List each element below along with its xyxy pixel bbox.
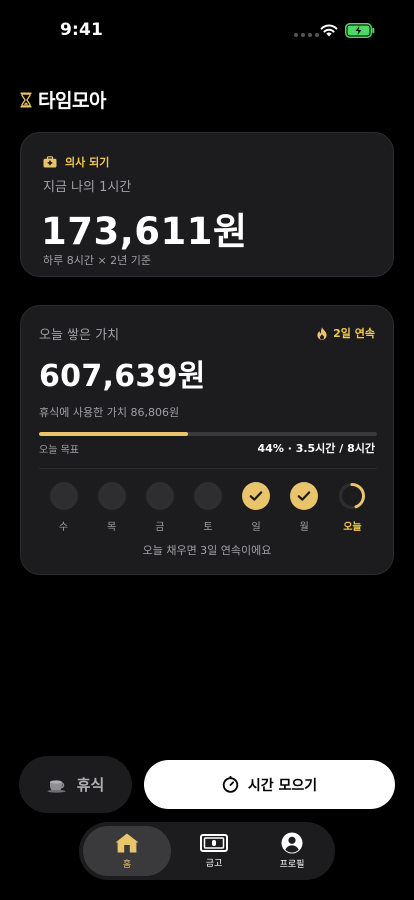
hourly-value: 173,611원 [41, 210, 248, 253]
profile-icon [281, 832, 303, 854]
goal-progress-bar [39, 432, 377, 436]
streak-message: 오늘 채우면 3일 연속이에요 [142, 544, 272, 557]
day-label: 월 [299, 522, 309, 533]
goal-progress-text: 44% · 3.5시간 / 8시간 [257, 442, 375, 455]
day-label-today: 오늘 [343, 522, 362, 533]
hourly-value-card: 의사 되기 지금 나의 1시간 173,611원 하루 8시간 × 2년 기준 [20, 132, 394, 277]
coffee-cup-icon [47, 779, 66, 793]
tab-home[interactable]: 홈 [83, 826, 171, 876]
rest-button[interactable]: 휴식 [19, 756, 132, 813]
battery-charging-icon [345, 23, 375, 38]
checkmark-icon [249, 491, 263, 501]
wifi-icon [320, 24, 338, 37]
rest-value: 휴식에 사용한 가치 86,806원 [39, 406, 180, 419]
briefcase-icon [43, 156, 57, 168]
day-label: 금 [155, 522, 165, 533]
day-item: 수 [49, 482, 78, 533]
day-label: 목 [107, 522, 117, 533]
tab-vault[interactable]: 금고 [175, 826, 253, 876]
streak-label: 2일 연속 [333, 327, 375, 340]
hourly-basis: 하루 8시간 × 2년 기준 [43, 254, 152, 267]
status-time: 9:41 [60, 20, 104, 40]
app-title: 타임모아 [38, 90, 106, 112]
checkmark-icon [297, 491, 311, 501]
day-item: 일 [242, 482, 271, 533]
timer-icon [222, 776, 239, 793]
home-icon [115, 833, 139, 853]
flame-icon [317, 326, 327, 340]
day-item: 월 [290, 482, 319, 533]
tab-vault-label: 금고 [205, 859, 223, 869]
hourly-caption: 지금 나의 1시간 [43, 180, 132, 195]
collect-time-button-label: 시간 모으기 [247, 777, 318, 794]
day-empty-circle [49, 482, 78, 510]
goal-tag-label: 의사 되기 [65, 156, 110, 169]
tab-profile-label: 프로필 [279, 860, 305, 870]
day-label: 수 [58, 522, 69, 533]
day-item: 금 [145, 482, 174, 533]
rest-button-label: 휴식 [76, 776, 105, 794]
signal-dots-icon [294, 33, 319, 37]
hourglass-icon [20, 92, 32, 107]
weekly-streak-row: 수 목 금 토 일 월 오늘 [39, 482, 377, 533]
app-header: 타임모아 [20, 86, 106, 113]
vault-icon [200, 834, 228, 852]
today-value: 607,639원 [39, 359, 206, 394]
tab-profile[interactable]: 프로필 [253, 826, 331, 876]
goal-label: 오늘 목표 [39, 445, 79, 456]
collect-time-button[interactable]: 시간 모으기 [144, 760, 395, 809]
today-progress-ring-icon [339, 483, 366, 509]
divider [39, 468, 377, 469]
day-empty-circle [193, 482, 222, 510]
day-label: 토 [203, 522, 213, 533]
goal-progress-fill [39, 432, 188, 436]
day-empty-circle [97, 482, 126, 510]
today-value-card: 오늘 쌓은 가치 2일 연속 607,639원 휴식에 사용한 가치 86,80… [20, 305, 394, 575]
day-item: 토 [193, 482, 222, 533]
goal-tag: 의사 되기 [43, 154, 109, 170]
tab-home-label: 홈 [122, 860, 132, 870]
streak-badge: 2일 연속 [317, 325, 375, 341]
day-done-circle [242, 482, 271, 510]
day-empty-circle [145, 482, 174, 510]
day-label: 일 [251, 522, 261, 533]
day-item-today: 오늘 [338, 482, 367, 533]
day-done-circle [290, 482, 319, 510]
day-item: 목 [97, 482, 126, 533]
day-today-ring [338, 482, 366, 510]
today-caption: 오늘 쌓은 가치 [39, 328, 120, 343]
tab-bar: 홈 금고 프로필 [79, 822, 335, 880]
status-bar: 9:41 [0, 0, 414, 54]
